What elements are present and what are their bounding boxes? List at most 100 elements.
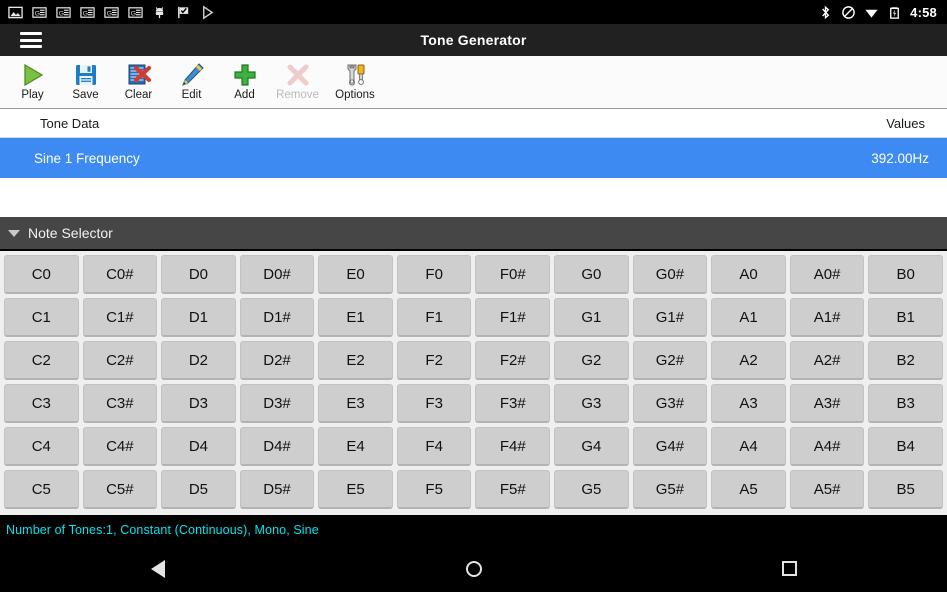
note-button-a3[interactable]: A3 (711, 384, 786, 423)
note-button-d0s[interactable]: D0# (240, 255, 315, 294)
note-button-g1[interactable]: G1 (554, 298, 629, 337)
note-button-a4[interactable]: A4 (711, 427, 786, 466)
note-button-c4[interactable]: C4 (4, 427, 79, 466)
note-button-d2[interactable]: D2 (161, 341, 236, 380)
note-button-d3s[interactable]: D3# (240, 384, 315, 423)
note-button-f1[interactable]: F1 (397, 298, 472, 337)
note-button-c1[interactable]: C1 (4, 298, 79, 337)
note-button-f2s[interactable]: F2# (475, 341, 550, 380)
note-button-b2[interactable]: B2 (868, 341, 943, 380)
note-button-g3[interactable]: G3 (554, 384, 629, 423)
status-clock: 4:58 (910, 6, 937, 19)
note-button-a1s[interactable]: A1# (790, 298, 865, 337)
note-button-d1[interactable]: D1 (161, 298, 236, 337)
note-button-a5[interactable]: A5 (711, 470, 786, 509)
note-button-a3s[interactable]: A3# (790, 384, 865, 423)
android-nav-bar (0, 545, 947, 592)
play-store-icon (200, 5, 215, 20)
note-button-f1s[interactable]: F1# (475, 298, 550, 337)
note-button-c1s[interactable]: C1# (83, 298, 158, 337)
note-button-d5[interactable]: D5 (161, 470, 236, 509)
note-button-c4s[interactable]: C4# (83, 427, 158, 466)
note-button-c3s[interactable]: C3# (83, 384, 158, 423)
note-button-c5s[interactable]: C5# (83, 470, 158, 509)
note-button-e1[interactable]: E1 (318, 298, 393, 337)
note-selector-panel[interactable]: C0 C0# D0 D0# E0 F0 F0# G0 G0# A0 A0# B0… (0, 251, 947, 515)
note-button-f0[interactable]: F0 (397, 255, 472, 294)
page-title: Tone Generator (0, 32, 947, 48)
play-button[interactable]: Play (6, 56, 59, 108)
note-button-d5s[interactable]: D5# (240, 470, 315, 509)
note-button-c3[interactable]: C3 (4, 384, 79, 423)
note-button-g0[interactable]: G0 (554, 255, 629, 294)
note-button-c2[interactable]: C2 (4, 341, 79, 380)
note-button-c0[interactable]: C0 (4, 255, 79, 294)
note-button-g5s[interactable]: G5# (633, 470, 708, 509)
table-header-row: Tone Data Values (0, 109, 947, 138)
note-grid: C0 C0# D0 D0# E0 F0 F0# G0 G0# A0 A0# B0… (0, 251, 947, 513)
news-icon: G (80, 5, 95, 20)
note-button-c2s[interactable]: C2# (83, 341, 158, 380)
clear-button-label: Clear (125, 90, 152, 102)
add-button[interactable]: Add (218, 56, 271, 108)
note-selector-header[interactable]: Note Selector (0, 217, 947, 251)
note-button-g4[interactable]: G4 (554, 427, 629, 466)
note-button-e5[interactable]: E5 (318, 470, 393, 509)
note-button-d3[interactable]: D3 (161, 384, 236, 423)
edit-button-label: Edit (182, 90, 202, 102)
note-button-b0[interactable]: B0 (868, 255, 943, 294)
note-button-g2s[interactable]: G2# (633, 341, 708, 380)
note-button-e0[interactable]: E0 (318, 255, 393, 294)
chevron-down-icon[interactable] (8, 230, 20, 237)
note-button-e2[interactable]: E2 (318, 341, 393, 380)
note-button-b1[interactable]: B1 (868, 298, 943, 337)
nav-home-button[interactable] (316, 561, 632, 577)
save-button[interactable]: Save (59, 56, 112, 108)
note-button-a5s[interactable]: A5# (790, 470, 865, 509)
note-button-f4[interactable]: F4 (397, 427, 472, 466)
edit-button[interactable]: Edit (165, 56, 218, 108)
add-button-label: Add (234, 90, 254, 102)
note-button-d2s[interactable]: D2# (240, 341, 315, 380)
note-button-d4s[interactable]: D4# (240, 427, 315, 466)
note-button-c0s[interactable]: C0# (83, 255, 158, 294)
news-icon: G (104, 5, 119, 20)
note-button-e4[interactable]: E4 (318, 427, 393, 466)
note-button-d0[interactable]: D0 (161, 255, 236, 294)
news-icon: G (128, 5, 143, 20)
note-button-g1s[interactable]: G1# (633, 298, 708, 337)
note-button-g4s[interactable]: G4# (633, 427, 708, 466)
note-button-d4[interactable]: D4 (161, 427, 236, 466)
note-button-b5[interactable]: B5 (868, 470, 943, 509)
news-icon: G (56, 5, 71, 20)
note-button-f3s[interactable]: F3# (475, 384, 550, 423)
note-button-b3[interactable]: B3 (868, 384, 943, 423)
nav-back-button[interactable] (0, 560, 316, 578)
note-button-f5[interactable]: F5 (397, 470, 472, 509)
note-button-g3s[interactable]: G3# (633, 384, 708, 423)
note-button-a0s[interactable]: A0# (790, 255, 865, 294)
note-button-f0s[interactable]: F0# (475, 255, 550, 294)
note-button-a1[interactable]: A1 (711, 298, 786, 337)
note-button-f2[interactable]: F2 (397, 341, 472, 380)
table-row[interactable]: Sine 1 Frequency 392.00Hz (0, 138, 947, 178)
options-button[interactable]: Options (324, 56, 386, 108)
note-button-a2s[interactable]: A2# (790, 341, 865, 380)
note-button-c5[interactable]: C5 (4, 470, 79, 509)
remove-button[interactable]: Remove (271, 56, 324, 108)
note-button-d1s[interactable]: D1# (240, 298, 315, 337)
note-button-a2[interactable]: A2 (711, 341, 786, 380)
note-button-f3[interactable]: F3 (397, 384, 472, 423)
note-button-a4s[interactable]: A4# (790, 427, 865, 466)
clear-button[interactable]: Clear (112, 56, 165, 108)
note-button-g5[interactable]: G5 (554, 470, 629, 509)
note-button-f5s[interactable]: F5# (475, 470, 550, 509)
note-button-g2[interactable]: G2 (554, 341, 629, 380)
note-button-a0[interactable]: A0 (711, 255, 786, 294)
back-triangle-icon (151, 560, 165, 578)
note-button-g0s[interactable]: G0# (633, 255, 708, 294)
note-button-f4s[interactable]: F4# (475, 427, 550, 466)
note-button-e3[interactable]: E3 (318, 384, 393, 423)
note-button-b4[interactable]: B4 (868, 427, 943, 466)
nav-recents-button[interactable] (631, 561, 947, 576)
